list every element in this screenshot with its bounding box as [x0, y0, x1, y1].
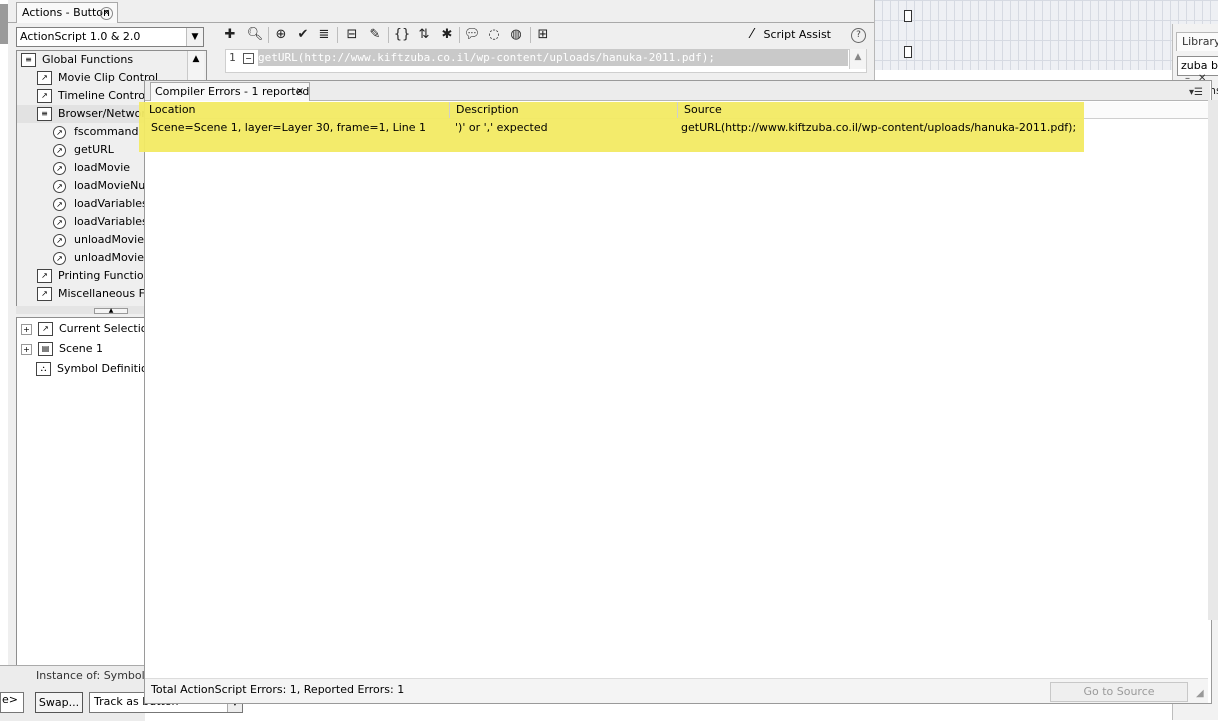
collapse-toggle-icon[interactable]: −: [243, 53, 254, 64]
toolbox-item-label: Global Functions: [42, 53, 134, 66]
splitter-grip-icon[interactable]: ▲: [94, 308, 128, 314]
add-statement-icon[interactable]: ✚: [219, 25, 241, 45]
apply-block-comment-icon[interactable]: 💬︎: [461, 25, 483, 45]
tab-compiler-errors[interactable]: Compiler Errors - 1 reported ×: [150, 82, 310, 101]
go-to-source-button[interactable]: Go to Source: [1050, 682, 1188, 702]
symbol-icon: ⛬: [36, 362, 51, 376]
magic-wand-icon: ⁄: [750, 27, 754, 42]
function-icon: ↗: [53, 233, 66, 247]
book-icon: ↗: [37, 89, 52, 103]
toolbar-separator: [337, 27, 338, 43]
errors-summary: Total ActionScript Errors: 1, Reported E…: [151, 683, 405, 696]
toolbar-separator: [268, 27, 269, 43]
toolbox-item-label: unloadMovie: [74, 233, 145, 246]
timeline-frames[interactable]: [874, 0, 1218, 70]
compiler-errors-panel: [144, 80, 1212, 704]
navigator-item-label: Scene 1: [59, 342, 104, 355]
find-icon[interactable]: 🔍︎: [244, 25, 266, 45]
show-code-hint-icon[interactable]: ⊟: [341, 25, 363, 45]
line-number: 1: [229, 51, 236, 64]
tab-divider: [8, 22, 874, 23]
code-line[interactable]: getURL(http://www.kiftzuba.co.il/wp-cont…: [258, 49, 848, 66]
auto-format-icon[interactable]: ≣: [313, 25, 335, 45]
toolbar-separator: [459, 27, 460, 43]
scene-icon: ▤: [38, 342, 53, 356]
scroll-up-icon[interactable]: ▲: [849, 49, 866, 69]
scroll-up-icon[interactable]: ▲: [188, 51, 204, 67]
collapse-between-braces-icon[interactable]: {}: [391, 25, 413, 45]
collapse-selection-icon[interactable]: ⇅: [413, 25, 435, 45]
expand-all-icon[interactable]: ✱: [436, 25, 458, 45]
column-source[interactable]: Source: [677, 102, 1084, 118]
toolbox-item-label: Printing Functions: [58, 269, 157, 282]
selection-icon: ↗: [38, 322, 53, 336]
function-icon: ↗: [53, 125, 66, 139]
toolbox-item-label: loadVariables: [74, 197, 148, 210]
book-icon: ≡: [21, 53, 36, 67]
function-icon: ↗: [53, 251, 66, 265]
close-icon[interactable]: ×: [295, 87, 305, 97]
panel-menu-icon[interactable]: ▾☰: [1189, 87, 1203, 98]
error-description[interactable]: ')' or ',' expected: [455, 121, 548, 135]
instance-name-field[interactable]: e>: [0, 692, 24, 713]
toolbox-item-label: loadMovie: [74, 161, 131, 174]
tab-actions-button[interactable]: Actions - Button ×: [16, 2, 118, 23]
left-edge-icons: [0, 4, 8, 44]
navigator-item-label: Current Selection: [59, 322, 155, 335]
error-source[interactable]: getURL(http://www.kiftzuba.co.il/wp-cont…: [681, 121, 1076, 135]
instance-caption: Instance of: Symbol: [36, 669, 145, 682]
book-icon: ↗: [37, 269, 52, 283]
close-icon[interactable]: ×: [100, 7, 113, 20]
insert-target-path-icon[interactable]: ⊕: [270, 25, 292, 45]
swap-button[interactable]: Swap...: [35, 692, 83, 713]
book-icon: ≡: [37, 107, 52, 121]
book-icon: ↗: [37, 71, 52, 85]
expand-icon[interactable]: +: [21, 343, 32, 355]
function-icon: ↗: [53, 215, 66, 229]
function-icon: ↗: [53, 179, 66, 193]
remove-comment-icon[interactable]: ◍: [505, 25, 527, 45]
apply-line-comment-icon[interactable]: ◌: [483, 25, 505, 45]
error-location[interactable]: Scene=Scene 1, layer=Layer 30, frame=1, …: [151, 121, 426, 135]
actions-tab-title: Actions - Button: [22, 6, 110, 19]
toolbar-separator: [388, 27, 389, 43]
function-icon: ↗: [53, 143, 66, 157]
errors-scrollbar[interactable]: [1208, 100, 1218, 620]
script-assist-button[interactable]: ⁄ Script Assist: [744, 25, 831, 45]
function-icon: ↗: [53, 197, 66, 211]
actionscript-version-select[interactable]: ActionScript 1.0 & 2.0 ▼: [16, 27, 204, 47]
book-icon: ↗: [37, 287, 52, 301]
toolbox-item[interactable]: ≡ Global Functions: [17, 51, 187, 69]
keyframe-marker[interactable]: [904, 10, 912, 22]
expand-icon[interactable]: +: [21, 323, 32, 335]
tab-library[interactable]: Library: [1176, 32, 1218, 51]
toolbox-item-label: Timeline Control: [58, 89, 149, 102]
show-hide-toolbox-icon[interactable]: ⊞: [532, 25, 554, 45]
toolbar-separator: [530, 27, 531, 43]
resize-grip-icon[interactable]: ◢: [1196, 689, 1206, 699]
check-syntax-icon[interactable]: ✔: [292, 25, 314, 45]
column-location[interactable]: Location: [143, 102, 447, 118]
column-description[interactable]: Description: [449, 102, 676, 118]
function-icon: ↗: [53, 161, 66, 175]
chevron-down-icon[interactable]: ▼: [186, 28, 203, 46]
toolbox-item-label: getURL: [74, 143, 114, 156]
keyframe-marker[interactable]: [904, 46, 912, 58]
debug-options-icon[interactable]: ✎: [364, 25, 386, 45]
help-icon[interactable]: ?: [851, 28, 866, 43]
toolbox-item-label: fscommand: [74, 125, 139, 138]
